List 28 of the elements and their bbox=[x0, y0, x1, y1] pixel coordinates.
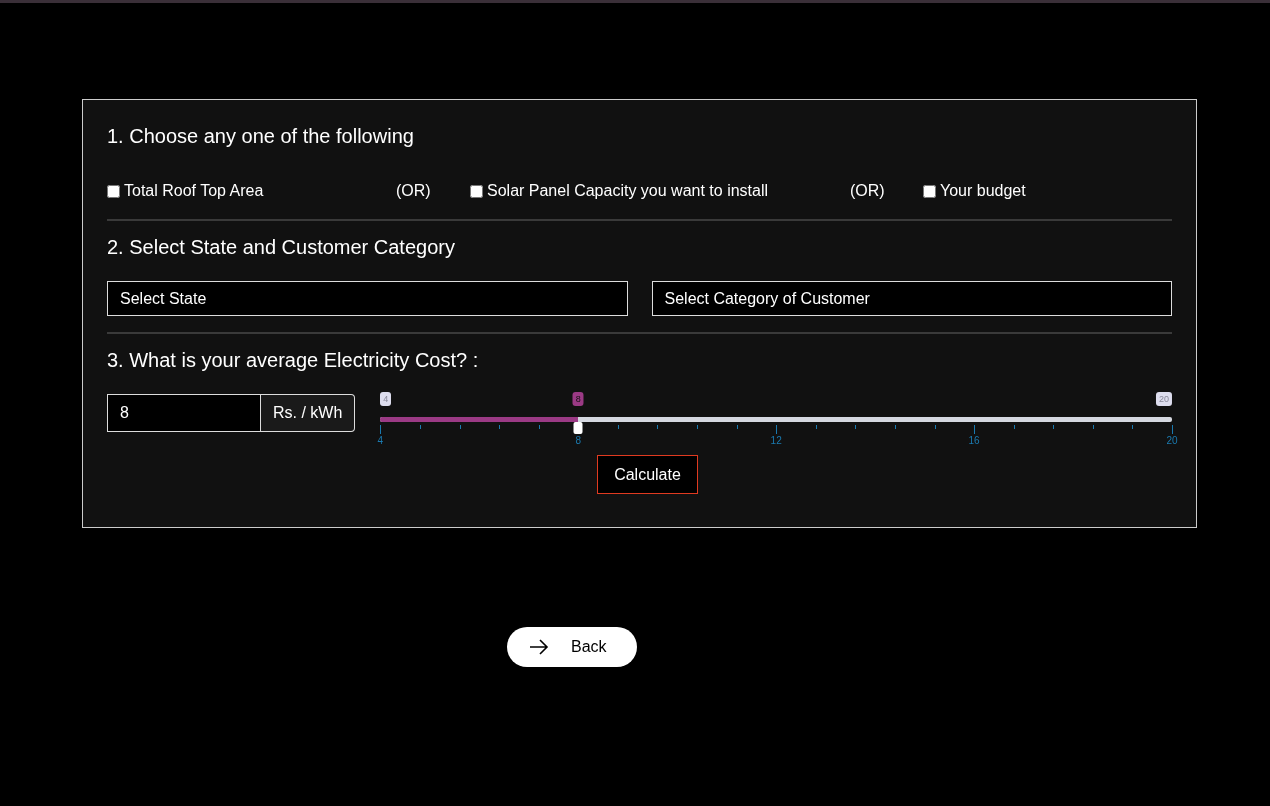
back-button[interactable]: Back bbox=[507, 627, 637, 667]
tick-label: 4 bbox=[377, 435, 384, 446]
checkbox-option[interactable]: Solar Panel Capacity you want to install bbox=[470, 182, 850, 200]
tick-label: 8 bbox=[575, 435, 582, 446]
checkbox-option[interactable]: Your budget bbox=[923, 182, 1172, 200]
tick-label: 20 bbox=[1166, 435, 1178, 446]
cost-input[interactable]: 8 bbox=[107, 394, 261, 432]
calculate-button[interactable]: Calculate bbox=[597, 455, 698, 494]
slider-handle[interactable] bbox=[573, 422, 583, 434]
section-heading: 3. What is your average Electricity Cost? : bbox=[107, 348, 480, 372]
checkbox[interactable] bbox=[107, 184, 120, 198]
checkbox-option[interactable]: Total Roof Top Area bbox=[107, 182, 396, 200]
section-heading: 1. Choose any one of the following bbox=[107, 124, 415, 148]
or-separator: (OR) bbox=[396, 182, 432, 200]
dropdown-field[interactable]: Select State bbox=[107, 281, 628, 316]
unit-label: Rs. / kWh bbox=[261, 394, 356, 432]
section-heading: 2. Select State and Customer Category bbox=[107, 235, 456, 259]
slider-track[interactable] bbox=[380, 417, 1172, 422]
dropdown-field[interactable]: Select Category of Customer bbox=[651, 281, 1172, 316]
or-separator: (OR) bbox=[850, 182, 886, 200]
tick-label: 16 bbox=[968, 435, 980, 446]
arrow-right-icon bbox=[529, 639, 549, 655]
value-bubble: 8 bbox=[572, 392, 584, 406]
max-bubble: 20 bbox=[1156, 392, 1172, 406]
checkbox[interactable] bbox=[923, 184, 936, 198]
min-bubble: 4 bbox=[380, 392, 392, 406]
tick-label: 12 bbox=[770, 435, 782, 446]
checkbox[interactable] bbox=[470, 184, 483, 198]
